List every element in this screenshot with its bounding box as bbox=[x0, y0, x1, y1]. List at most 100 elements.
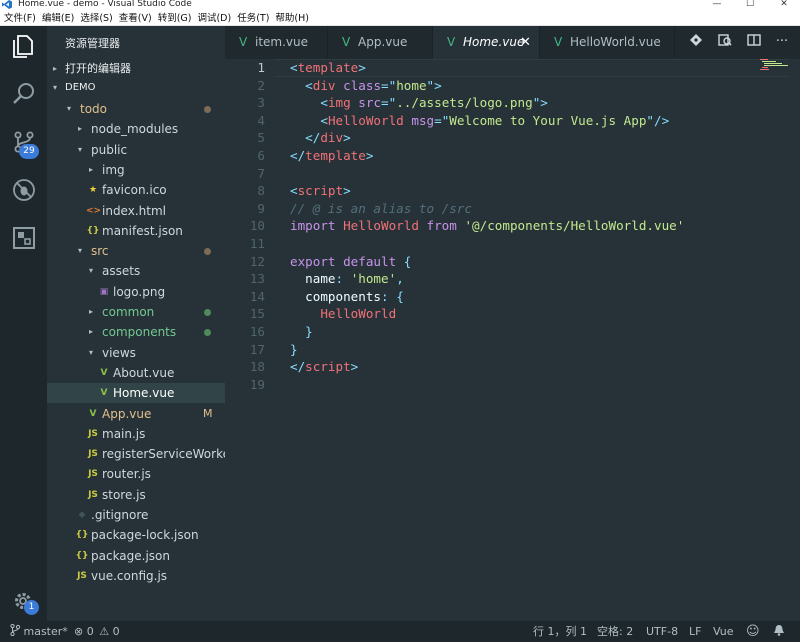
open-preview-icon[interactable] bbox=[716, 33, 734, 51]
code-token: script bbox=[305, 359, 351, 375]
extensions-activity-button[interactable] bbox=[0, 218, 47, 258]
tree-file[interactable]: ▣ logo.png bbox=[47, 282, 225, 302]
tree-file[interactable]: ◆ .gitignore bbox=[47, 505, 225, 525]
feedback-smiley-icon[interactable]: ☺ bbox=[746, 621, 760, 642]
status-bar: master* ⊗ 0 ⚠ 0 行 1，列 1 空格: 2 UTF-8 LF V… bbox=[0, 621, 800, 642]
code-token: =" bbox=[381, 77, 397, 93]
split-editor-icon[interactable] bbox=[745, 33, 763, 51]
close-window-button[interactable]: ✕ bbox=[772, 0, 796, 10]
vscode-logo-icon bbox=[2, 0, 14, 9]
workspace-section[interactable]: ▾ DEMO bbox=[47, 78, 225, 98]
tree-file[interactable]: JS store.js bbox=[47, 485, 225, 505]
tree-file[interactable]: JS router.js bbox=[47, 464, 225, 484]
notifications-bell-icon[interactable] bbox=[773, 621, 785, 642]
line-number: 4 bbox=[257, 112, 265, 128]
open-editors-section[interactable]: ▸ 打开的编辑器 bbox=[47, 59, 225, 79]
tree-file[interactable]: JS main.js bbox=[47, 424, 225, 444]
activity-bar: 29 1 bbox=[0, 26, 47, 621]
tree-file[interactable]: {} manifest.json bbox=[47, 221, 225, 241]
cursor-position[interactable]: 行 1，列 1 bbox=[533, 621, 587, 642]
tree-file[interactable]: ★ favicon.ico bbox=[47, 180, 225, 200]
minimap[interactable] bbox=[760, 59, 790, 79]
chevron-right-icon: ▸ bbox=[53, 64, 58, 73]
language-status[interactable]: Vue bbox=[713, 621, 734, 642]
tree-file[interactable]: V About.vue bbox=[47, 363, 225, 383]
close-icon[interactable]: ✕ bbox=[520, 26, 531, 59]
vue-file-icon: V bbox=[554, 35, 563, 49]
line-number: 13 bbox=[249, 271, 265, 287]
tree-item-label: favicon.ico bbox=[102, 183, 167, 198]
menu-item[interactable]: 查看(V) bbox=[115, 12, 154, 26]
explorer-activity-button[interactable] bbox=[0, 26, 47, 66]
indentation-status[interactable]: 空格: 2 bbox=[597, 621, 633, 642]
code-line: import HelloWorld from '@/components/Hel… bbox=[290, 217, 684, 235]
menu-item[interactable]: 帮助(H) bbox=[271, 12, 311, 26]
tree-file[interactable]: JS registerServiceWorker... bbox=[47, 444, 245, 464]
file-type-icon: ▣ bbox=[99, 286, 109, 297]
code-token: 'home' bbox=[350, 271, 397, 287]
tree-file[interactable]: <> index.html bbox=[47, 201, 225, 221]
code-line: components: { bbox=[290, 288, 404, 306]
search-icon bbox=[13, 83, 34, 104]
more-actions-icon[interactable]: ··· bbox=[773, 33, 791, 51]
code-token: HelloWorld bbox=[343, 218, 419, 234]
debug-activity-button[interactable] bbox=[0, 170, 47, 210]
vue-file-icon: V bbox=[342, 35, 351, 49]
code-token: =" bbox=[381, 95, 397, 111]
warning-icon: ⚠ bbox=[99, 625, 110, 638]
settings-activity-button[interactable]: 1 bbox=[0, 582, 47, 622]
menu-item[interactable]: 任务(T) bbox=[233, 12, 271, 26]
maximize-button[interactable]: ☐ bbox=[738, 0, 762, 10]
search-activity-button[interactable] bbox=[0, 74, 47, 114]
code-line: <div class="home"> bbox=[290, 77, 442, 95]
encoding-status[interactable]: UTF-8 bbox=[646, 621, 678, 642]
tree-file[interactable]: V App.vue M bbox=[47, 404, 225, 424]
problems-status[interactable]: ⊗ 0 ⚠ 0 bbox=[74, 621, 120, 642]
tree-file[interactable]: V Home.vue bbox=[47, 383, 225, 404]
code-token: msg bbox=[411, 112, 435, 128]
code-line: <img src="../assets/logo.png"> bbox=[290, 94, 548, 112]
source-control-activity-button[interactable]: 29 bbox=[0, 122, 47, 162]
tree-folder[interactable]: ▸ components bbox=[47, 322, 225, 342]
code-token: } bbox=[305, 324, 313, 339]
vue-file-icon: V bbox=[239, 35, 248, 49]
tree-folder[interactable]: ▾ views bbox=[47, 343, 225, 363]
branch-status[interactable]: master* bbox=[10, 621, 68, 642]
code-editor[interactable]: 1 <template> 2 <div class="home"> 3 <img sr… bbox=[225, 59, 800, 621]
tree-folder[interactable]: ▸ node_modules bbox=[47, 119, 225, 139]
tree-file[interactable]: {} package.json bbox=[47, 546, 225, 566]
tree-file[interactable]: JS vue.config.js bbox=[47, 566, 225, 586]
tree-file[interactable]: {} package-lock.json bbox=[47, 525, 225, 545]
line-number: 8 bbox=[257, 183, 265, 199]
tree-folder[interactable]: ▾ src bbox=[47, 241, 225, 261]
menu-item[interactable]: 编辑(E) bbox=[38, 12, 76, 26]
open-changes-icon[interactable] bbox=[687, 33, 705, 51]
code-line: </template> bbox=[290, 147, 373, 165]
editor-tab[interactable]: V Home.vue ✕ bbox=[433, 26, 540, 59]
workspace-label: DEMO bbox=[65, 82, 96, 93]
menu-item[interactable]: 选择(S) bbox=[76, 12, 114, 26]
tree-folder[interactable]: ▸ common bbox=[47, 302, 225, 322]
vertical-scrollbar[interactable] bbox=[788, 59, 800, 621]
eol-status[interactable]: LF bbox=[689, 621, 701, 642]
code-line: </div> bbox=[290, 129, 351, 147]
menu-item[interactable]: 调试(D) bbox=[193, 12, 233, 26]
tree-folder[interactable]: ▾ public bbox=[47, 140, 225, 160]
tree-folder[interactable]: ▾ assets bbox=[47, 261, 225, 281]
code-token: ../assets/logo.png bbox=[396, 95, 533, 111]
menu-item[interactable]: 转到(G) bbox=[154, 12, 194, 26]
menu-item[interactable]: 文件(F) bbox=[0, 12, 38, 26]
chevron-right-icon: ▸ bbox=[89, 327, 94, 337]
tree-folder[interactable]: ▸ img bbox=[47, 160, 225, 180]
code-token: HelloWorld bbox=[320, 306, 397, 322]
line-number: 11 bbox=[249, 236, 265, 251]
line-number: 3 bbox=[257, 95, 265, 111]
git-branch-icon bbox=[10, 623, 21, 637]
tree-folder[interactable]: ▾ todo bbox=[47, 99, 225, 119]
minimize-button[interactable]: — bbox=[705, 0, 729, 10]
editor-tab[interactable]: V App.vue bbox=[328, 26, 433, 59]
line-number: 17 bbox=[249, 341, 265, 357]
editor-tab[interactable]: V HelloWorld.vue bbox=[540, 26, 675, 59]
editor-tab[interactable]: Vitem.vue bbox=[225, 26, 328, 59]
